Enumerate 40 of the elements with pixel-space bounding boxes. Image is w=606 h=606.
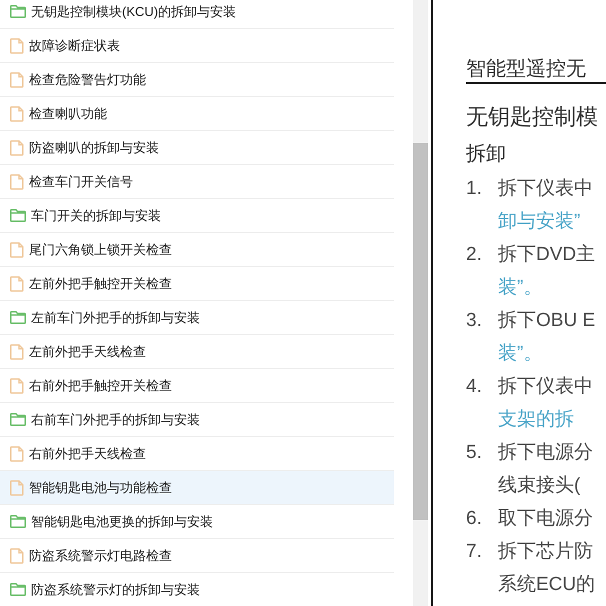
sidebar-item[interactable]: 智能钥匙电池与功能检查 bbox=[0, 471, 394, 505]
file-icon bbox=[10, 548, 24, 564]
file-icon bbox=[10, 446, 24, 462]
folder-icon bbox=[10, 209, 26, 222]
step-text: 取下电源分 bbox=[498, 507, 593, 531]
step-text: 线束接头( bbox=[498, 474, 580, 498]
file-icon bbox=[10, 242, 24, 258]
file-icon bbox=[10, 378, 24, 394]
folder-icon bbox=[10, 5, 26, 18]
file-icon bbox=[10, 480, 24, 496]
step-text: 拆下仪表中 bbox=[498, 177, 593, 201]
step-number: 4. bbox=[466, 375, 483, 399]
step-number: 5. bbox=[466, 441, 483, 465]
step-number: 3. bbox=[466, 309, 483, 333]
file-icon bbox=[10, 38, 24, 54]
folder-icon bbox=[10, 311, 26, 324]
folder-icon bbox=[10, 583, 26, 596]
section-heading: 无钥匙控制模 bbox=[466, 103, 599, 131]
step-text: 拆下DVD主 bbox=[498, 243, 596, 267]
file-icon bbox=[10, 140, 24, 156]
folder-icon bbox=[10, 515, 26, 528]
step-text: 系统ECU的 bbox=[498, 573, 596, 597]
scrollbar-thumb[interactable] bbox=[413, 143, 428, 520]
file-icon bbox=[10, 106, 24, 122]
step-number: 2. bbox=[466, 243, 483, 267]
file-icon bbox=[10, 174, 24, 190]
document-title: 智能型遥控无 bbox=[466, 56, 606, 84]
file-icon bbox=[10, 72, 24, 88]
step-number: 7. bbox=[466, 540, 483, 564]
subheading: 拆卸 bbox=[466, 142, 507, 167]
file-icon bbox=[10, 344, 24, 360]
step-text: 拆下电源分 bbox=[498, 441, 593, 465]
step-text: 拆下仪表中 bbox=[498, 375, 593, 399]
folder-icon bbox=[10, 413, 26, 426]
step-text: 拆下芯片防 bbox=[498, 540, 593, 564]
step-number: 6. bbox=[466, 507, 483, 531]
step-number: 1. bbox=[466, 177, 483, 201]
scrollbar-track[interactable] bbox=[413, 0, 428, 606]
step-text: 拆下OBU E bbox=[498, 309, 596, 333]
file-icon bbox=[10, 276, 24, 292]
